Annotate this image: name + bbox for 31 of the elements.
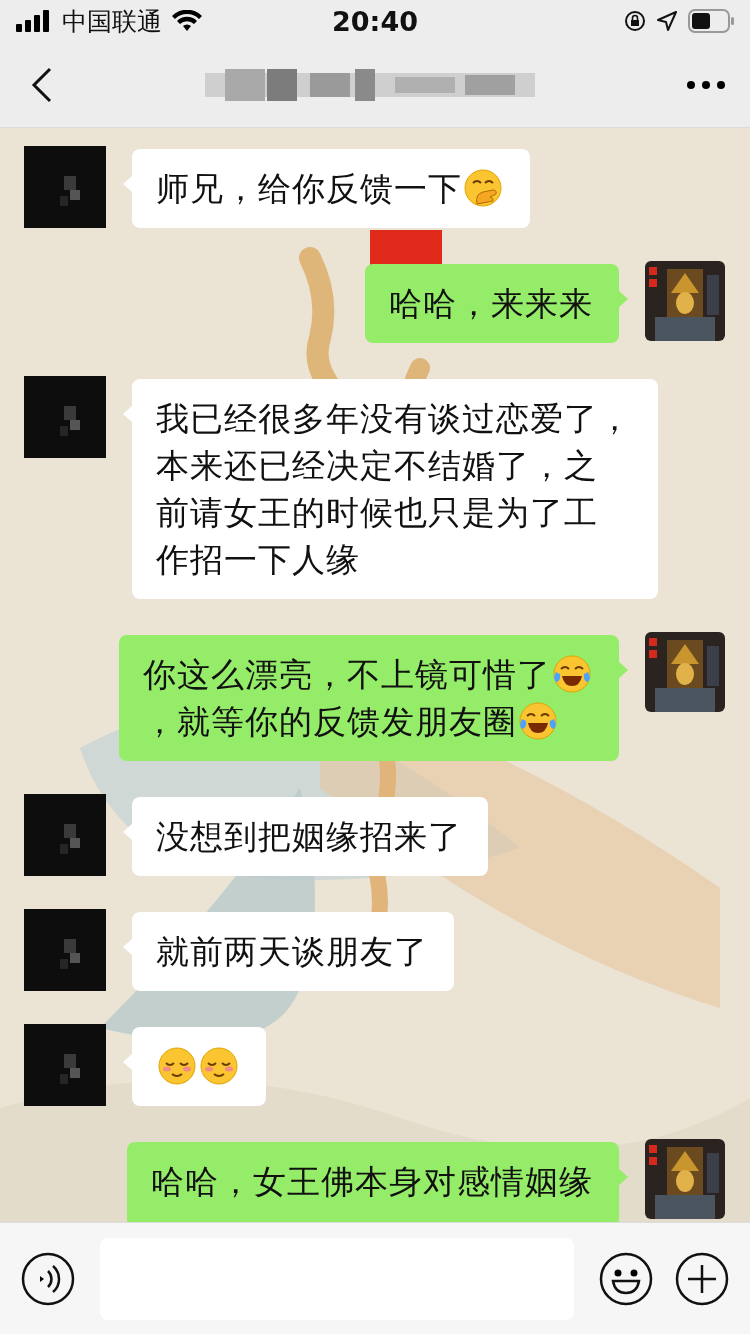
carrier-name: 中国联通: [62, 5, 162, 38]
emoji-icon[interactable]: [598, 1250, 654, 1307]
message-text: 就前两天谈朋友了: [156, 932, 428, 971]
more-icon[interactable]: [686, 79, 726, 90]
giggle-face-icon: [463, 168, 503, 208]
add-icon[interactable]: [674, 1250, 730, 1307]
message-text: 作招一下人缘: [156, 540, 360, 579]
message-text: 前请女王的时候也只是为了工: [156, 493, 598, 532]
message-text: 哈哈，来来来: [389, 284, 593, 323]
message-text: 没想到把姻缘招来了: [156, 817, 462, 856]
laughing-tears-face-icon: [518, 701, 558, 741]
wifi-icon: [172, 10, 202, 32]
message-text: 本来还已经决定不结婚了，之: [156, 446, 598, 485]
message-text: 你这么漂亮，不上镜可惜了: [143, 655, 551, 694]
laughing-tears-face-icon: [552, 654, 592, 694]
signal-icon: [16, 10, 52, 32]
smiling-face-icon: [199, 1046, 239, 1086]
avatar[interactable]: [645, 1139, 725, 1219]
avatar[interactable]: [645, 261, 725, 341]
location-icon: [656, 10, 678, 32]
message-text: 哈哈，女王佛本身对感情姻缘: [151, 1162, 593, 1201]
status-time: 20:40: [332, 5, 418, 37]
voice-icon[interactable]: [20, 1250, 76, 1307]
avatar[interactable]: [645, 632, 725, 712]
message-text: ，就等你的反馈发朋友圈: [143, 702, 517, 741]
back-icon[interactable]: [30, 65, 54, 104]
rotation-lock-icon: [624, 10, 646, 32]
smiling-face-icon: [157, 1046, 197, 1086]
message-text: 师兄，给你反馈一下: [156, 169, 462, 208]
message-text: 我已经很多年没有谈过恋爱了，: [156, 399, 632, 438]
battery-icon: [688, 9, 734, 33]
